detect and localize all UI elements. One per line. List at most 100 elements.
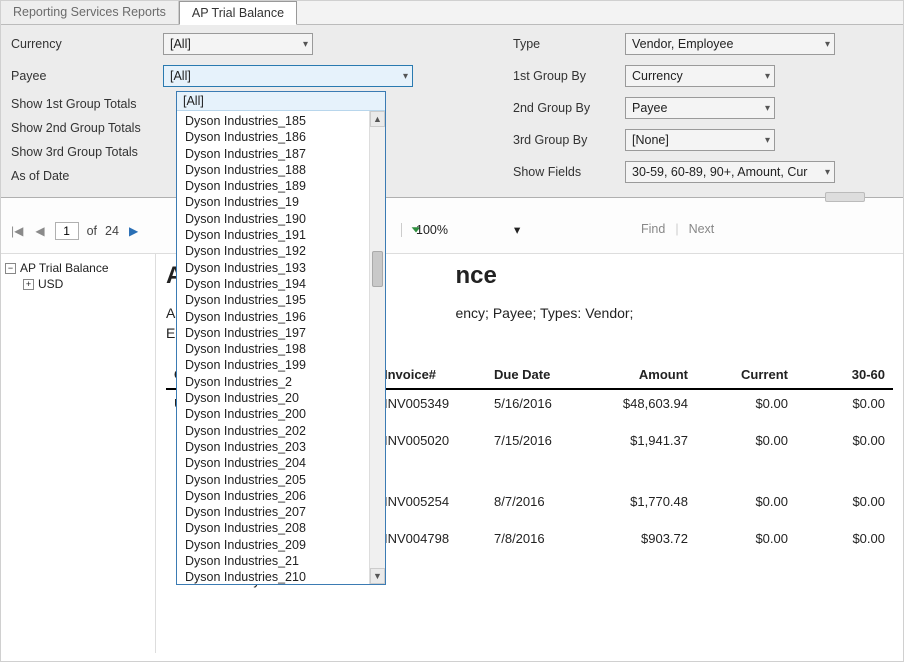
chevron-down-icon: ▾ bbox=[765, 103, 770, 114]
col-amount: Amount bbox=[586, 361, 696, 389]
tab-reporting[interactable]: Reporting Services Reports bbox=[1, 1, 179, 24]
dropdown-item[interactable]: Dyson Industries_21 bbox=[177, 553, 385, 569]
label-show3: Show 3rd Group Totals bbox=[11, 145, 151, 159]
dropdown-scrollbar[interactable]: ▲ ▼ bbox=[369, 111, 385, 584]
scroll-up-icon[interactable]: ▲ bbox=[370, 111, 385, 127]
combo-payee[interactable]: [All] ▾ bbox=[163, 65, 413, 87]
combo-g3-value: [None] bbox=[632, 133, 669, 147]
prev-page-button[interactable]: ◀ bbox=[33, 224, 46, 238]
cell-invoice: INV005020 bbox=[376, 417, 486, 454]
report-toolbar: |◀ ◀ of 24 ▶ 100% ▾ Find | Next bbox=[1, 198, 903, 254]
next-page-button[interactable]: ▶ bbox=[127, 224, 140, 238]
col-current: Current bbox=[696, 361, 796, 389]
dropdown-item[interactable]: Dyson Industries_199 bbox=[177, 357, 385, 373]
scroll-down-icon[interactable]: ▼ bbox=[370, 568, 385, 584]
dropdown-item[interactable]: Dyson Industries_2 bbox=[177, 374, 385, 390]
col-invoice: Invoice# bbox=[376, 361, 486, 389]
col-due: Due Date bbox=[486, 361, 586, 389]
collapse-icon[interactable]: − bbox=[5, 263, 16, 274]
cell-3060: $0.00 bbox=[796, 417, 893, 454]
dropdown-item[interactable]: Dyson Industries_185 bbox=[177, 113, 385, 129]
find-button[interactable]: Find bbox=[641, 222, 665, 236]
chevron-down-icon: ▾ bbox=[825, 39, 830, 50]
dropdown-item[interactable]: Dyson Industries_210 bbox=[177, 569, 385, 584]
scroll-thumb[interactable] bbox=[372, 251, 383, 287]
combo-g1[interactable]: Currency ▾ bbox=[625, 65, 775, 87]
combo-type[interactable]: Vendor, Employee ▾ bbox=[625, 33, 835, 55]
combo-type-value: Vendor, Employee bbox=[632, 37, 733, 51]
label-g1: 1st Group By bbox=[513, 69, 613, 83]
cell-current: $0.00 bbox=[696, 417, 796, 454]
tree-root[interactable]: − AP Trial Balance bbox=[5, 260, 151, 276]
dropdown-item[interactable]: Dyson Industries_207 bbox=[177, 504, 385, 520]
label-type: Type bbox=[513, 37, 613, 51]
pager-total: 24 bbox=[105, 224, 119, 238]
combo-g3[interactable]: [None] ▾ bbox=[625, 129, 775, 151]
chevron-down-icon: ▾ bbox=[403, 71, 408, 82]
sub-frag2: ency; Payee; Types: Vendor; bbox=[455, 305, 633, 321]
chevron-down-icon: ▾ bbox=[825, 167, 830, 178]
dropdown-item[interactable]: Dyson Industries_192 bbox=[177, 243, 385, 259]
label-g3: 3rd Group By bbox=[513, 133, 613, 147]
tab-bar: Reporting Services Reports AP Trial Bala… bbox=[1, 1, 903, 25]
dropdown-item[interactable]: Dyson Industries_191 bbox=[177, 227, 385, 243]
dropdown-item[interactable]: Dyson Industries_205 bbox=[177, 472, 385, 488]
payee-dropdown[interactable]: [All] Dyson Industries_185Dyson Industri… bbox=[176, 91, 386, 585]
dropdown-item[interactable]: Dyson Industries_203 bbox=[177, 439, 385, 455]
dropdown-item[interactable]: Dyson Industries_188 bbox=[177, 162, 385, 178]
combo-g1-value: Currency bbox=[632, 69, 683, 83]
dropdown-item[interactable]: Dyson Industries_200 bbox=[177, 406, 385, 422]
combo-g2[interactable]: Payee ▾ bbox=[625, 97, 775, 119]
label-currency: Currency bbox=[11, 37, 151, 51]
col-3060: 30-60 bbox=[796, 361, 893, 389]
dropdown-item[interactable]: Dyson Industries_204 bbox=[177, 455, 385, 471]
combo-fields[interactable]: 30-59, 60-89, 90+, Amount, Cur ▾ bbox=[625, 161, 835, 183]
dropdown-item[interactable]: Dyson Industries_20 bbox=[177, 390, 385, 406]
cell-due: 7/8/2016 bbox=[486, 515, 586, 567]
title-frag2: nce bbox=[455, 262, 496, 289]
dropdown-item[interactable]: Dyson Industries_198 bbox=[177, 341, 385, 357]
splitter-grip[interactable] bbox=[825, 192, 865, 202]
zoom-control[interactable]: 100% ▾ bbox=[401, 222, 520, 237]
pager: |◀ ◀ of 24 ▶ bbox=[9, 222, 140, 240]
label-fields: Show Fields bbox=[513, 165, 613, 179]
dropdown-item[interactable]: Dyson Industries_190 bbox=[177, 211, 385, 227]
combo-currency-value: [All] bbox=[170, 37, 191, 51]
dropdown-item[interactable]: Dyson Industries_209 bbox=[177, 537, 385, 553]
cell-invoice: INV004798 bbox=[376, 515, 486, 567]
tab-ap-trial-balance[interactable]: AP Trial Balance bbox=[179, 1, 297, 25]
dropdown-item[interactable]: Dyson Industries_206 bbox=[177, 488, 385, 504]
label-payee: Payee bbox=[11, 69, 151, 83]
dropdown-item[interactable]: Dyson Industries_19 bbox=[177, 194, 385, 210]
page-input[interactable] bbox=[55, 222, 79, 240]
dropdown-item[interactable]: Dyson Industries_195 bbox=[177, 292, 385, 308]
dropdown-item[interactable]: Dyson Industries_194 bbox=[177, 276, 385, 292]
cell-invoice: INV005349 bbox=[376, 389, 486, 417]
dropdown-item[interactable]: Dyson Industries_208 bbox=[177, 520, 385, 536]
chevron-down-icon: ▾ bbox=[303, 39, 308, 50]
cell-due: 5/16/2016 bbox=[486, 389, 586, 417]
cell-due: 8/7/2016 bbox=[486, 478, 586, 515]
expand-icon[interactable]: + bbox=[23, 279, 34, 290]
dropdown-item[interactable]: Dyson Industries_186 bbox=[177, 129, 385, 145]
pager-of-label: of bbox=[87, 224, 97, 238]
label-show2: Show 2nd Group Totals bbox=[11, 121, 151, 135]
parameters-panel: Currency [All] ▾ Payee [All] ▾ Show 1st … bbox=[1, 25, 903, 198]
first-page-button[interactable]: |◀ bbox=[9, 224, 25, 238]
dropdown-list[interactable]: Dyson Industries_185Dyson Industries_186… bbox=[177, 111, 385, 584]
dropdown-item[interactable]: Dyson Industries_189 bbox=[177, 178, 385, 194]
tree-child[interactable]: + USD bbox=[5, 276, 151, 292]
dropdown-item[interactable]: Dyson Industries_202 bbox=[177, 423, 385, 439]
combo-currency[interactable]: [All] ▾ bbox=[163, 33, 313, 55]
dropdown-item[interactable]: Dyson Industries_196 bbox=[177, 309, 385, 325]
cell-current: $0.00 bbox=[696, 515, 796, 567]
dropdown-item[interactable]: Dyson Industries_197 bbox=[177, 325, 385, 341]
dropdown-header[interactable]: [All] bbox=[177, 92, 385, 111]
dropdown-item[interactable]: Dyson Industries_193 bbox=[177, 260, 385, 276]
cell-current: $0.00 bbox=[696, 478, 796, 515]
label-asof: As of Date bbox=[11, 169, 151, 183]
tree-child-label: USD bbox=[38, 277, 63, 291]
next-button[interactable]: Next bbox=[689, 222, 715, 236]
chevron-down-icon: ▾ bbox=[765, 135, 770, 146]
dropdown-item[interactable]: Dyson Industries_187 bbox=[177, 146, 385, 162]
